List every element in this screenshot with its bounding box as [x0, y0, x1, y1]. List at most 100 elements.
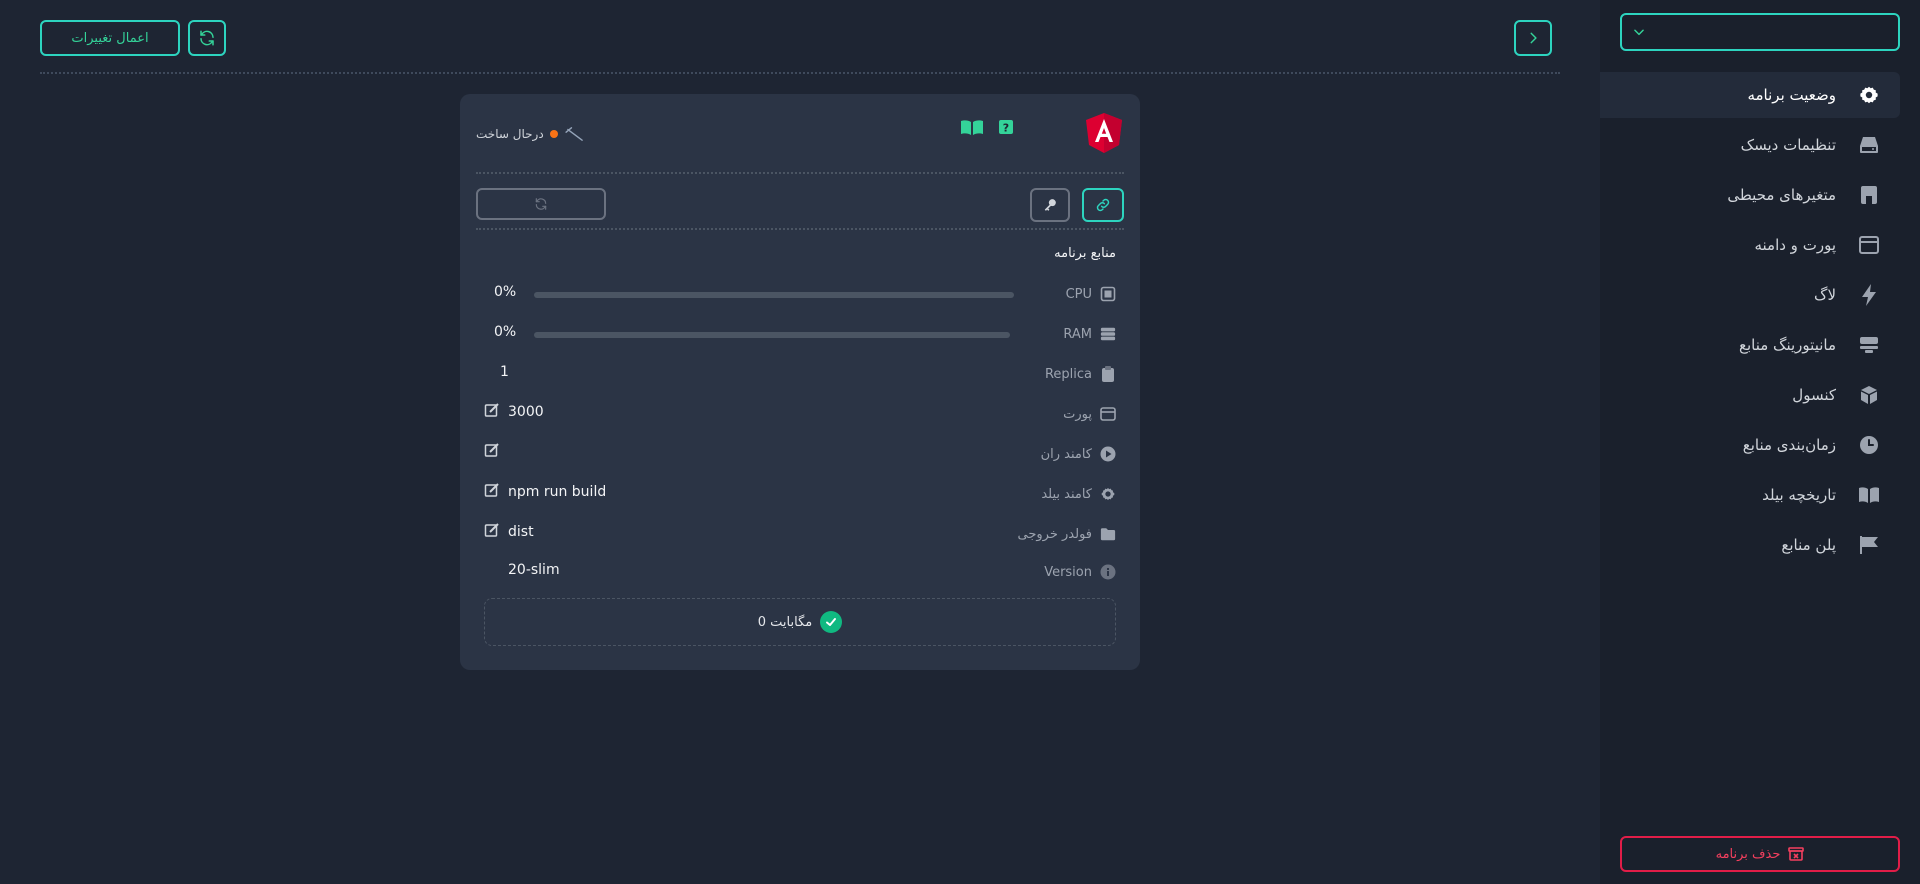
apply-changes-button[interactable]: اعمال تغییرات [40, 20, 180, 56]
sidebar-item-label: پلن منابع [1781, 536, 1836, 554]
storage-usage-box: مگابایت 0 [484, 598, 1116, 646]
refresh-icon [535, 198, 547, 210]
output-folder-label: فولدر خروجی [1018, 522, 1116, 546]
angular-logo-icon [1086, 113, 1122, 153]
variables-icon [1858, 184, 1880, 206]
sidebar-item-label: متغیرهای محیطی [1727, 186, 1836, 204]
sidebar-item-resource-scheduling[interactable]: زمان‌بندی منابع [1600, 422, 1900, 468]
version-value: 20-slim [508, 562, 560, 578]
port-value: 3000 [508, 404, 544, 420]
book-open-icon[interactable] [960, 118, 984, 136]
help-icon[interactable]: ? [998, 119, 1014, 135]
sidebar-item-port-domain[interactable]: پورت و دامنه [1600, 222, 1900, 268]
ram-progress-bar [534, 332, 1010, 338]
sidebar-item-label: پورت و دامنه [1754, 236, 1836, 254]
ram-row: 0% RAM [484, 322, 1116, 346]
gear-icon [1858, 84, 1880, 106]
memory-icon [1100, 326, 1116, 342]
sidebar: وضعیت برنامه تنظیمات دیسک متغیرهای محیطی… [1600, 0, 1920, 884]
ram-label: RAM [1063, 322, 1116, 346]
edit-icon[interactable] [484, 482, 500, 498]
divider [40, 72, 1560, 74]
link-icon [1096, 198, 1110, 212]
status-dot [549, 130, 558, 138]
sidebar-item-app-status[interactable]: وضعیت برنامه [1600, 72, 1900, 118]
clock-icon [1858, 434, 1880, 456]
sidebar-item-label: تاریخچه بیلد [1762, 486, 1836, 504]
replica-row: 1 Replica [484, 362, 1116, 386]
port-label: پورت [1063, 402, 1116, 426]
version-label: Version [1044, 560, 1116, 584]
run-command-label: کامند ران [1041, 442, 1116, 466]
refresh-icon [200, 30, 214, 46]
sidebar-item-label: زمان‌بندی منابع [1742, 436, 1836, 454]
sidebar-item-resource-monitoring[interactable]: مانیتورینگ منابع [1600, 322, 1900, 368]
sidebar-item-label: وضعیت برنامه [1747, 86, 1836, 104]
gear-icon [1100, 486, 1116, 502]
run-command-row: کامند ران [484, 442, 1116, 466]
build-command-row: npm run build کامند بیلد [484, 482, 1116, 506]
refresh-button[interactable] [188, 20, 226, 56]
sidebar-item-label: لاگ [1814, 286, 1836, 304]
key-icon [1044, 199, 1056, 211]
edit-icon[interactable] [484, 402, 500, 418]
output-folder-row: dist فولدر خروجی [484, 522, 1116, 546]
delete-app-button[interactable]: حذف برنامه [1620, 836, 1900, 872]
chevron-down-icon [1634, 29, 1644, 36]
server-icon [1858, 334, 1880, 356]
sidebar-item-console[interactable]: کنسول [1600, 372, 1900, 418]
ram-label-text: RAM [1063, 326, 1092, 342]
sidebar-item-label: کنسول [1792, 386, 1836, 404]
svg-text:?: ? [1003, 122, 1009, 135]
window-icon [1858, 234, 1880, 256]
sidebar-item-resource-plan[interactable]: پلن منابع [1600, 522, 1900, 568]
delete-app-label: حذف برنامه [1715, 846, 1781, 862]
output-folder-label-text: فولدر خروجی [1017, 526, 1092, 542]
trash-box-icon [1788, 847, 1805, 861]
replica-label: Replica [1045, 362, 1116, 386]
cpu-progress-bar [534, 292, 1014, 298]
replica-label-text: Replica [1044, 366, 1092, 382]
back-button[interactable] [1514, 20, 1552, 56]
sidebar-item-disk-settings[interactable]: تنظیمات دیسک [1600, 122, 1900, 168]
cube-icon [1858, 384, 1880, 406]
build-status-text: درحال ساخت [476, 127, 544, 141]
edit-icon[interactable] [484, 522, 500, 538]
section-title: منابع برنامه [1054, 246, 1116, 261]
card-actions [476, 188, 1124, 224]
run-command-label-text: کامند ران [1040, 446, 1092, 462]
ram-value: 0% [494, 324, 517, 340]
folder-icon [1100, 526, 1116, 542]
play-icon [1100, 446, 1116, 462]
build-status: درحال ساخت [476, 126, 586, 142]
chevron-left-icon [1530, 32, 1537, 44]
link-button[interactable] [1082, 188, 1124, 222]
build-command-label: کامند بیلد [1041, 482, 1116, 506]
version-row: 20-slim Version [484, 560, 1116, 584]
app-select-dropdown[interactable] [1620, 13, 1900, 51]
check-circle-icon [820, 611, 843, 633]
sidebar-item-log[interactable]: لاگ [1600, 272, 1900, 318]
sidebar-item-env-variables[interactable]: متغیرهای محیطی [1600, 172, 1900, 218]
key-button[interactable] [1030, 188, 1070, 222]
build-command-label-text: کامند بیلد [1041, 486, 1092, 502]
port-label-text: پورت [1063, 406, 1092, 422]
replica-value: 1 [500, 364, 509, 380]
edit-icon[interactable] [484, 442, 500, 458]
card-divider [476, 172, 1124, 174]
sync-button[interactable] [476, 188, 606, 220]
top-toolbar: اعمال تغییرات [40, 20, 1552, 58]
cpu-label-text: CPU [1065, 286, 1092, 302]
book-icon [1858, 484, 1880, 506]
cpu-label: CPU [1066, 282, 1116, 306]
sidebar-item-label: مانیتورینگ منابع [1738, 336, 1836, 354]
clipboard-icon [1100, 366, 1116, 382]
card-divider [476, 228, 1124, 230]
build-command-value: npm run build [508, 484, 607, 500]
sidebar-item-build-history[interactable]: تاریخچه بیلد [1600, 472, 1900, 518]
bolt-icon [1858, 284, 1880, 306]
window-icon [1100, 406, 1116, 422]
hammer-icon [565, 127, 583, 141]
version-label-text: Version [1044, 564, 1092, 580]
main-panel: اعمال تغییرات درحال ساخت ? منابع برنامه … [0, 0, 1600, 884]
